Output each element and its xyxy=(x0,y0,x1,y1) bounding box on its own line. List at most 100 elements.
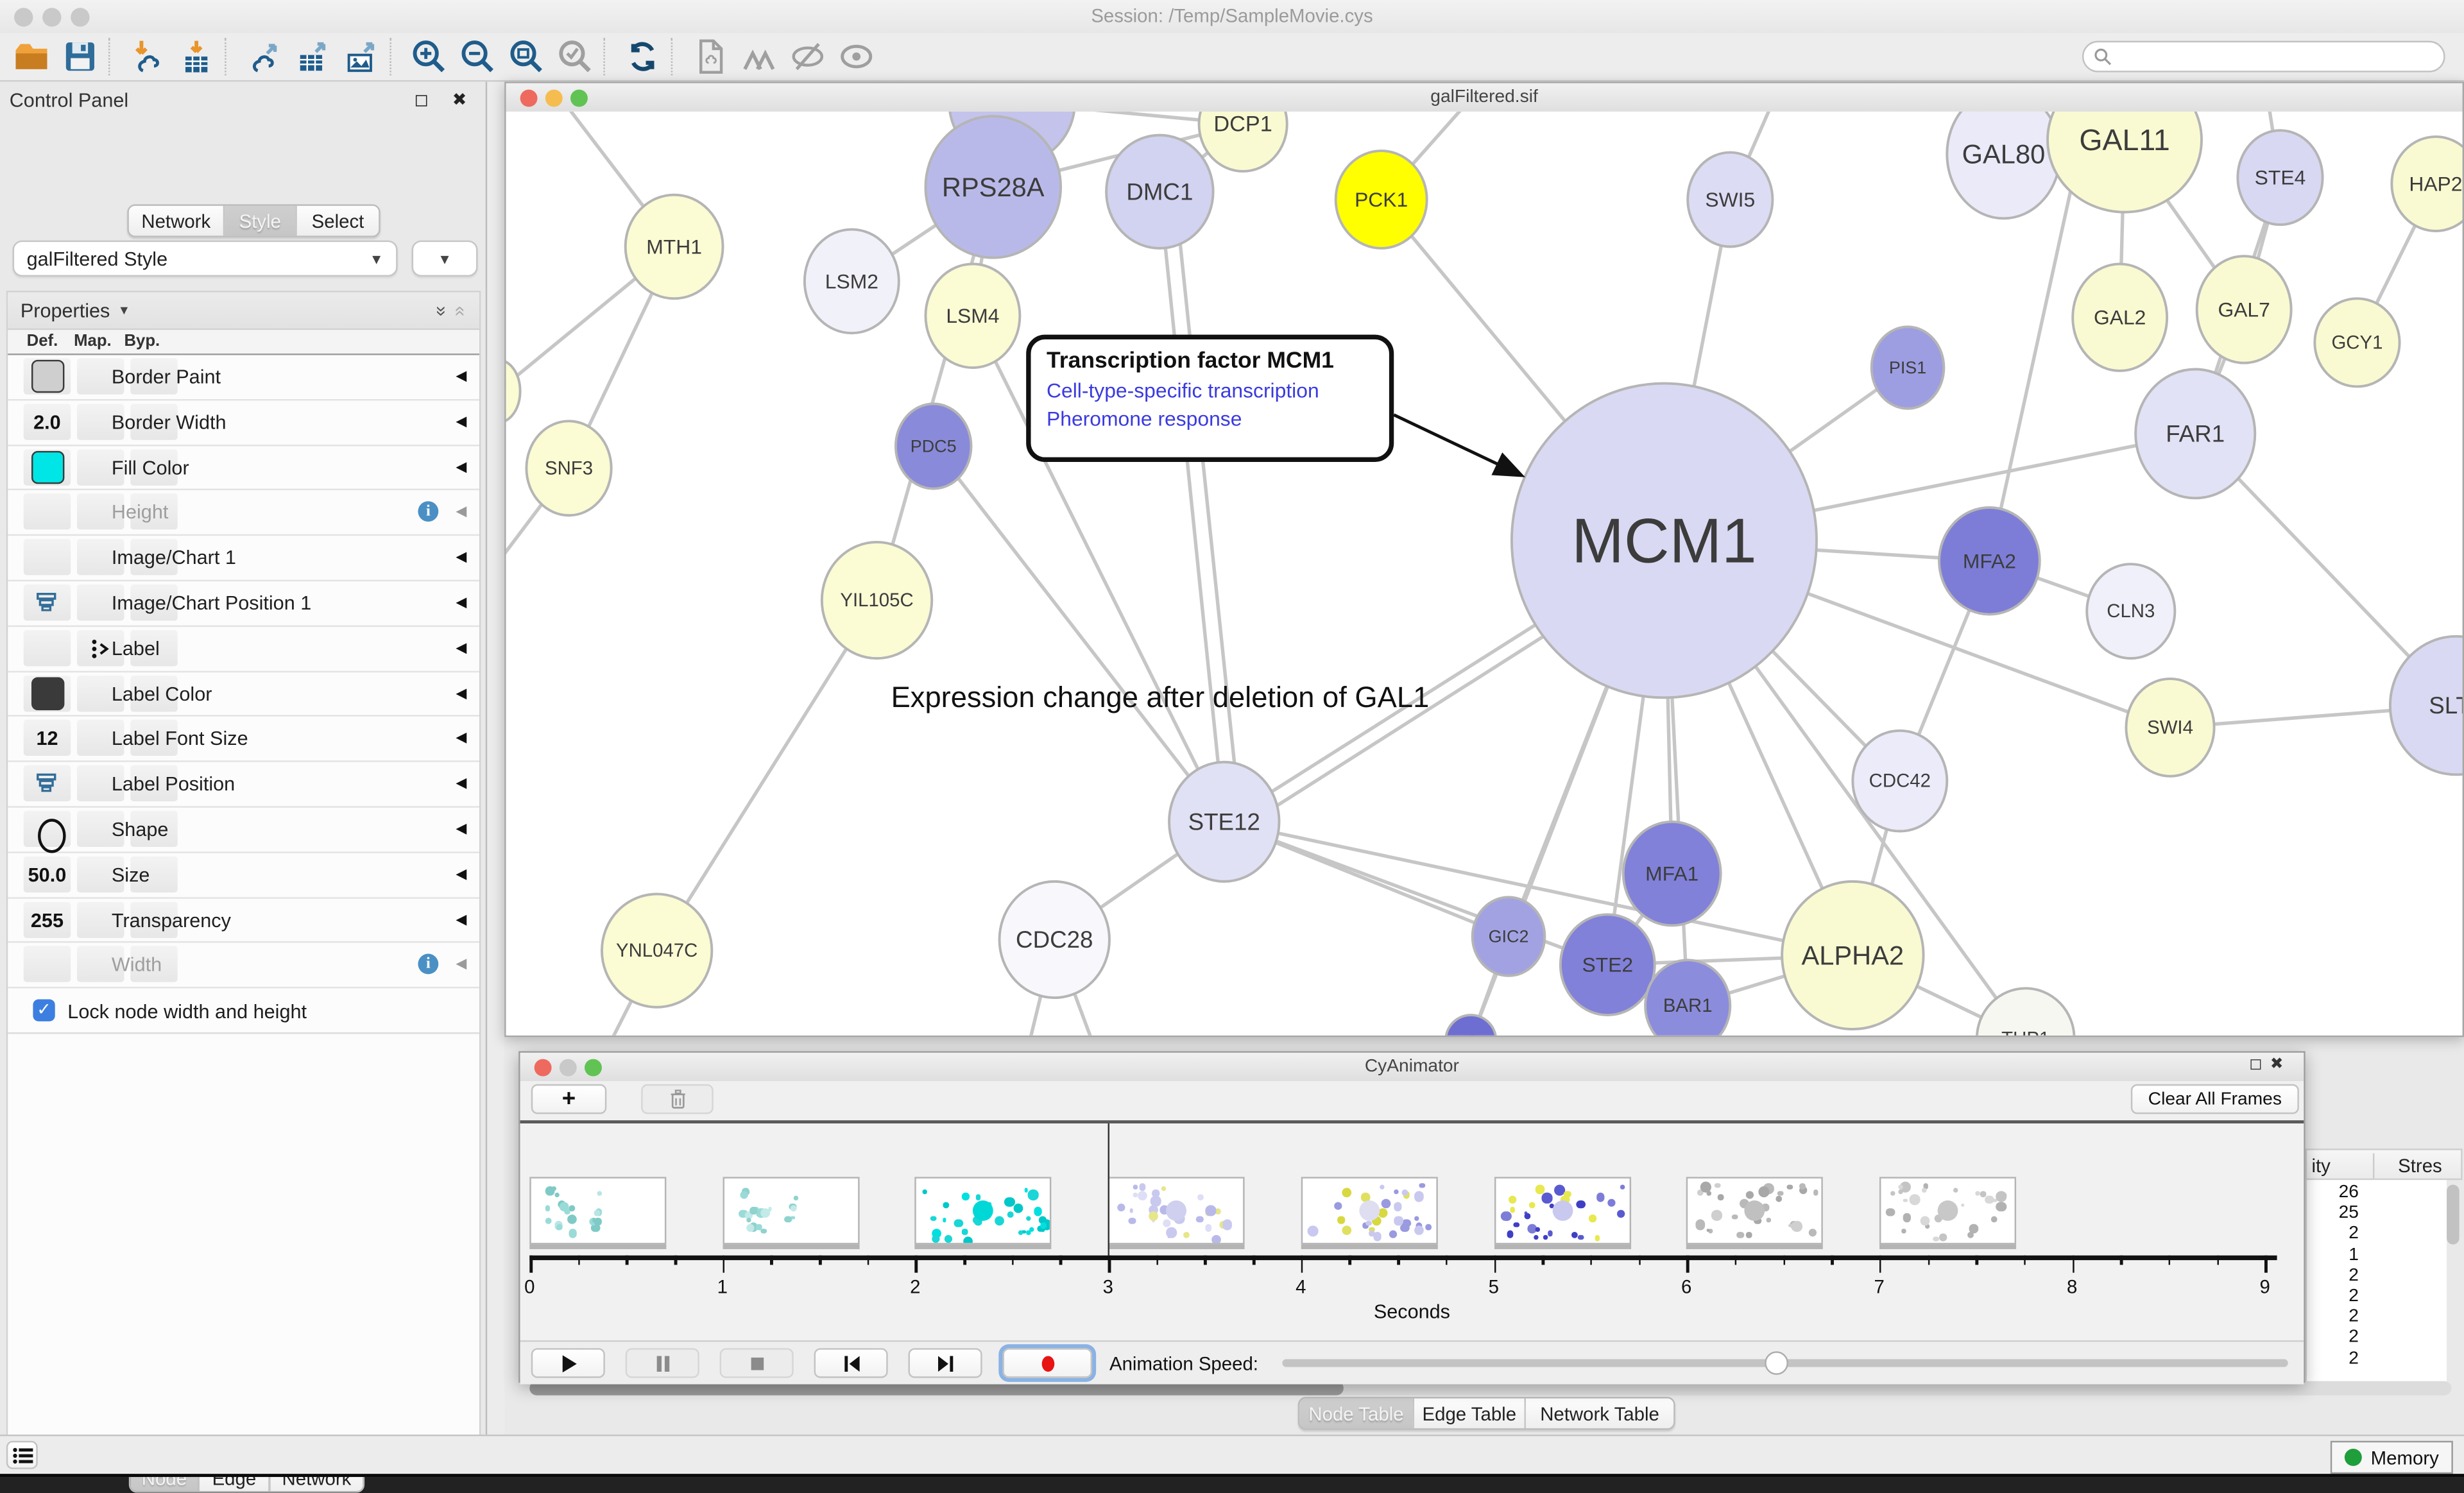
property-cell[interactable] xyxy=(24,539,71,575)
frame-timeline[interactable]: 0123456789Seconds xyxy=(520,1123,2304,1340)
collapse-arrow-icon[interactable]: ◀ xyxy=(456,685,466,702)
network-node-swi5[interactable]: SWI5 xyxy=(1688,153,1772,247)
style-options-button[interactable]: ▼ xyxy=(412,241,478,277)
timeline-playhead[interactable] xyxy=(1108,1123,1109,1256)
network-window-titlebar[interactable]: galFiltered.sif xyxy=(506,83,2463,114)
close-window-icon[interactable] xyxy=(14,8,33,26)
network-node-ste4[interactable]: STE4 xyxy=(2237,130,2322,225)
default-value-swatch[interactable] xyxy=(31,360,64,393)
network-node-pis1[interactable]: PIS1 xyxy=(1872,327,1944,408)
property-row-image-chart-position-1[interactable]: Image/Chart Position 1◀ xyxy=(8,581,479,627)
collapse-arrow-icon[interactable]: ◀ xyxy=(456,866,466,883)
default-value[interactable]: 255 xyxy=(24,909,71,931)
annotation-link-1[interactable]: Cell-type-specific transcription xyxy=(1047,379,1373,402)
collapse-arrow-icon[interactable]: ◀ xyxy=(456,775,466,792)
network-node-gal2[interactable]: GAL2 xyxy=(2073,264,2167,371)
export-image-icon[interactable] xyxy=(336,35,385,78)
property-row-label-position[interactable]: Label Position◀ xyxy=(8,762,479,808)
default-value[interactable]: 50.0 xyxy=(24,864,71,885)
frame-thumbnail-1[interactable] xyxy=(723,1177,859,1244)
frame-thumbnail-7[interactable] xyxy=(1879,1177,2016,1244)
import-network-icon[interactable] xyxy=(123,35,171,78)
network-node-ynl047c[interactable]: YNL047C xyxy=(602,894,712,1007)
property-row-fill-color[interactable]: Fill Color◀ xyxy=(8,446,479,491)
collapse-arrow-icon[interactable]: ◀ xyxy=(456,504,466,521)
collapse-all-icon[interactable]: « xyxy=(450,305,472,315)
network-node-dmc1[interactable]: DMC1 xyxy=(1106,135,1213,248)
frame-thumbnail-2[interactable] xyxy=(915,1177,1052,1244)
property-row-label-font-size[interactable]: 12Label Font Size◀ xyxy=(8,717,479,763)
ellipse-icon[interactable] xyxy=(36,819,67,853)
default-value-swatch[interactable] xyxy=(31,676,64,709)
network-node-snf3[interactable]: SNF3 xyxy=(526,421,611,515)
lock-size-checkbox[interactable]: ✓ xyxy=(33,1000,55,1021)
style-select[interactable]: galFiltered Style ▼ xyxy=(13,241,398,277)
clear-all-frames-button[interactable]: Clear All Frames xyxy=(2131,1084,2299,1114)
table-vertical-scrollbar[interactable] xyxy=(2447,1185,2460,1245)
collapse-arrow-icon[interactable]: ◀ xyxy=(456,639,466,656)
network-node-ste2[interactable]: STE2 xyxy=(1561,914,1655,1015)
discrete-mapping-icon[interactable] xyxy=(90,638,112,660)
network-node-dcp1[interactable]: DCP1 xyxy=(1199,112,1287,171)
network-node-gal7[interactable]: GAL7 xyxy=(2197,256,2291,363)
export-table-icon[interactable] xyxy=(287,35,336,78)
network-node-far1[interactable]: FAR1 xyxy=(2135,370,2255,499)
annotation-link-2[interactable]: Pheromone response xyxy=(1047,407,1373,431)
zoom-in-icon[interactable] xyxy=(404,35,452,78)
network-node-swi4[interactable]: SWI4 xyxy=(2126,679,2214,776)
apply-layout-icon[interactable] xyxy=(617,35,666,78)
import-table-icon[interactable] xyxy=(171,35,220,78)
tab-select[interactable]: Select xyxy=(297,206,379,236)
property-row-label[interactable]: Label◀ xyxy=(8,627,479,672)
network-node-mfa1[interactable]: MFA1 xyxy=(1623,822,1721,926)
network-node-yil105c[interactable]: YIL105C xyxy=(822,542,932,658)
export-network-icon[interactable] xyxy=(239,35,287,78)
network-node[interactable] xyxy=(506,360,520,423)
collapse-arrow-icon[interactable]: ◀ xyxy=(456,368,466,385)
property-row-border-width[interactable]: 2.0Border Width◀ xyxy=(8,400,479,446)
table-cell-ity[interactable]: 2 xyxy=(2306,1287,2359,1306)
stop-button[interactable] xyxy=(720,1348,794,1378)
property-row-transparency[interactable]: 255Transparency◀ xyxy=(8,898,479,944)
collapse-arrow-icon[interactable]: ◀ xyxy=(456,956,466,973)
network-node-tup1[interactable]: TUP1 xyxy=(1977,988,2075,1035)
tab-style[interactable]: Style xyxy=(225,206,297,236)
network-node-rps28a[interactable]: RPS28A xyxy=(925,116,1061,257)
network-node-ste12[interactable]: STE12 xyxy=(1169,762,1279,882)
table-tab-edge-table[interactable]: Edge Table xyxy=(1414,1399,1526,1429)
network-node-gic2[interactable]: GIC2 xyxy=(1473,897,1545,975)
network-node-slt2[interactable]: SLT2 xyxy=(2390,636,2463,775)
table-cell-ity[interactable]: 1 xyxy=(2306,1245,2359,1264)
properties-header[interactable]: Properties ▼ » « xyxy=(8,293,479,330)
table-cell-ity[interactable]: 2 xyxy=(2306,1349,2359,1368)
collapse-arrow-icon[interactable]: ◀ xyxy=(456,413,466,431)
zoom-fit-icon[interactable] xyxy=(501,35,550,78)
network-node-lsm2[interactable]: LSM2 xyxy=(805,230,899,334)
frame-thumbnail-3[interactable] xyxy=(1108,1177,1245,1244)
minimize-window-icon[interactable] xyxy=(42,8,61,26)
collapse-arrow-icon[interactable]: ◀ xyxy=(456,910,466,928)
collapse-arrow-icon[interactable]: ◀ xyxy=(456,549,466,566)
property-row-shape[interactable]: Shape◀ xyxy=(8,808,479,853)
record-button[interactable] xyxy=(1002,1348,1092,1378)
default-value[interactable]: 12 xyxy=(24,728,71,750)
network-node-gal80[interactable]: GAL80 xyxy=(1947,112,2060,219)
pause-button[interactable] xyxy=(626,1348,699,1378)
collapse-arrow-icon[interactable]: ◀ xyxy=(456,820,466,837)
position-icon[interactable] xyxy=(36,773,56,792)
property-cell[interactable] xyxy=(24,630,71,666)
frame-thumbnail-5[interactable] xyxy=(1494,1177,1630,1244)
network-node-cdc28[interactable]: CDC28 xyxy=(1000,882,1109,998)
network-node-bar1[interactable]: BAR1 xyxy=(1645,960,1730,1036)
property-cell[interactable] xyxy=(24,946,71,982)
network-node-hap2[interactable]: HAP2 xyxy=(2391,137,2462,231)
frame-thumbnail-4[interactable] xyxy=(1301,1177,1437,1244)
property-row-width[interactable]: Widthi◀ xyxy=(8,943,479,989)
network-node-mth1[interactable]: MTH1 xyxy=(626,195,723,299)
collapse-arrow-icon[interactable]: ◀ xyxy=(456,594,466,611)
table-tab-network-table[interactable]: Network Table xyxy=(1526,1399,1673,1429)
column-header-ity[interactable]: ity xyxy=(2311,1155,2330,1177)
network-node-mfa2[interactable]: MFA2 xyxy=(1939,508,2040,615)
network-node-cln3[interactable]: CLN3 xyxy=(2087,564,2175,658)
add-frame-button[interactable]: + xyxy=(531,1084,607,1114)
